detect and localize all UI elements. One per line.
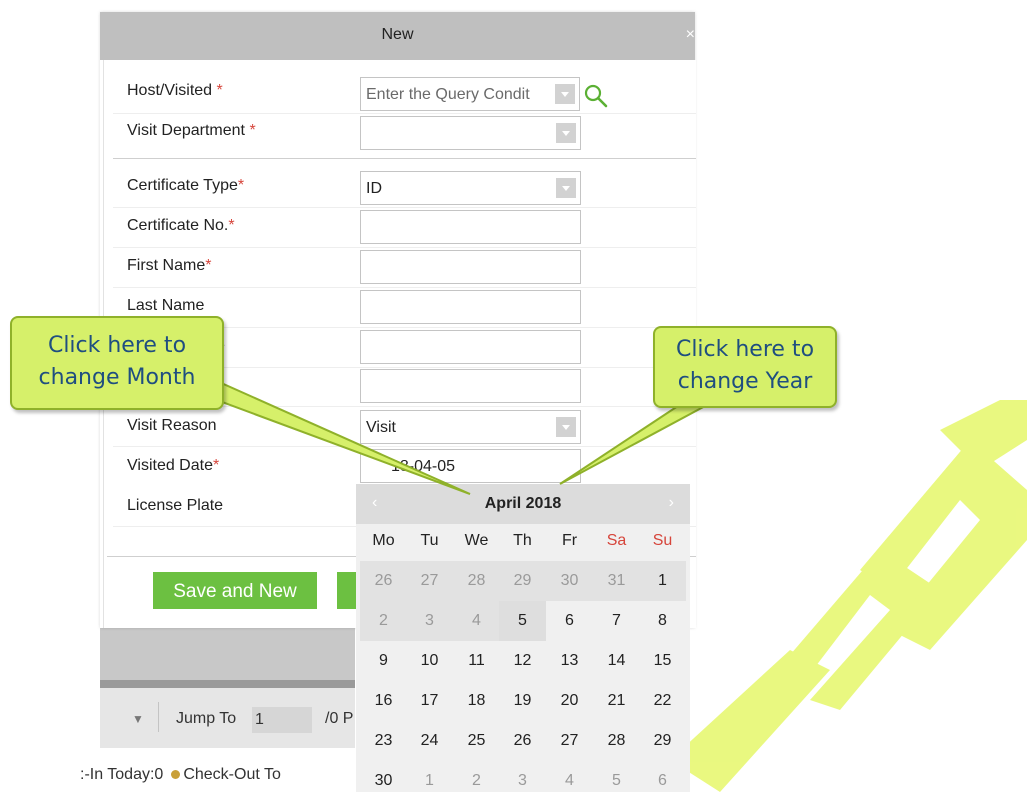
month-callout-line2: change Month [38,365,196,390]
month-callout-line1: Click here to [47,333,187,358]
month-callout: Click here to change Month [10,316,224,410]
year-callout-pointer [559,397,721,485]
year-callout: Click here to change Year [653,326,837,408]
year-callout-line1: Click here to [675,337,815,362]
year-callout-line2: change Year [677,369,813,394]
month-callout-pointer [207,375,471,495]
